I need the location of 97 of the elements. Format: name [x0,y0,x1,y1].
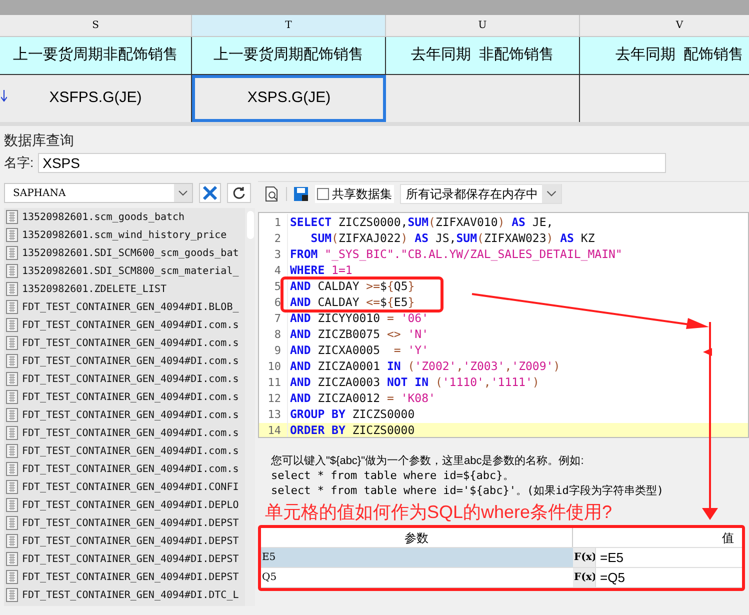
line-number: 7 [273,310,282,327]
table-icon [6,498,18,512]
table-list-item[interactable]: 13520982601.scm_goods_batch [4,208,245,226]
table-list-item[interactable]: FDT_TEST_CONTAINER_GEN_4094#DI.com.s [4,424,245,442]
table-icon [6,354,18,368]
table-icon [6,228,18,242]
save-icon[interactable] [293,186,309,202]
parameter-name[interactable]: E5 [261,548,573,567]
table-icon [6,390,18,404]
line-number: 10 [266,358,282,375]
table-list-item[interactable]: FDT_TEST_CONTAINER_GEN_4094#DI.DEPLO [4,496,245,514]
line-number: 5 [273,278,282,295]
table-cell[interactable]: XSFPS.G(JE) [0,75,192,122]
line-number: 6 [273,294,282,311]
table-list-item[interactable]: FDT_TEST_CONTAINER_GEN_4094#DI.com.s [4,442,245,460]
line-number: 3 [273,246,282,263]
table-cell: 去年同期 非配饰销售 [386,37,580,75]
storage-mode-dropdown[interactable]: 所有记录都保存在内存中 [400,184,562,204]
table-cell[interactable] [580,75,749,122]
table-list-item[interactable]: 13520982601.SDI_SCM600_scm_goods_bat [4,244,245,262]
table-list-item[interactable]: FDT_TEST_CONTAINER_GEN_4094#DI.com.s [4,352,245,370]
preview-icon[interactable] [264,186,280,202]
scrollbar[interactable] [245,208,255,606]
column-header: 值 [721,530,735,546]
line-number: 14 [266,422,282,437]
table-list-item[interactable]: FDT_TEST_CONTAINER_GEN_4094#DI.DEPST [4,514,245,532]
formula-button[interactable]: F(x) [573,568,595,587]
table-list-item[interactable]: FDT_TEST_CONTAINER_GEN_4094#DI.BLOB_ [4,298,245,316]
table-icon [6,336,18,350]
annotation-caption: 单元格的值如何作为SQL的where条件使用? [264,501,614,523]
table-cell[interactable] [386,75,580,122]
table-list-item[interactable]: 13520982601.scm_wind_history_price [4,226,245,244]
line-number: 4 [273,262,282,279]
table-list-item[interactable]: FDT_TEST_CONTAINER_GEN_4094#DI.CONFI [4,478,245,496]
datasource-dropdown[interactable]: SAPHANA [4,183,193,203]
name-label: 名字: [4,154,34,172]
table-icon [6,462,18,476]
share-dataset-label: 共享数据集 [332,186,392,202]
table-icon [6,282,18,296]
table-list-item[interactable]: FDT_TEST_CONTAINER_GEN_4094#DI.DEPST [4,568,245,586]
down-arrow-icon [1,90,7,102]
caret-icon [542,184,561,203]
table-icon [6,534,18,548]
table-icon [6,372,18,386]
table-list-item[interactable]: FDT_TEST_CONTAINER_GEN_4094#DI.DEPST [4,532,245,550]
table-icon [6,444,18,458]
parameter-value[interactable]: =E5 [595,548,742,567]
table-cell: 上一要货周期非配饰销售 [0,37,192,75]
column-header: 参数 [261,528,573,547]
table-cell[interactable]: XSPS.G(JE) [192,75,386,122]
table-icon [6,264,18,278]
table-icon [6,570,18,584]
connection-settings-button[interactable] [199,183,221,203]
table-list-item[interactable]: FDT_TEST_CONTAINER_GEN_4094#DI.com.s [4,406,245,424]
line-number: 2 [273,230,282,247]
table-list-item[interactable]: 13520982601.SDI_SCM800_scm_material_ [4,262,245,280]
line-number: 9 [273,342,282,359]
table-cell: 去年同期 配饰销售 [580,37,749,75]
table-icon [6,210,18,224]
line-number: 13 [266,406,282,423]
help-text: select * from table where id=${abc}。 [271,468,515,483]
code-line: ORDER BY ZICZS0000 [287,422,415,437]
table-list-item[interactable]: 13520982601.ZDELETE_LIST [4,280,245,298]
table-list-item[interactable]: FDT_TEST_CONTAINER_GEN_4094#DI.DEPST [4,550,245,568]
table-list-item[interactable]: FDT_TEST_CONTAINER_GEN_4094#DI.DTC_L [4,586,245,604]
line-number: 8 [273,326,282,343]
table-cell: 上一要货周期配饰销售 [192,37,386,75]
column-header[interactable]: T [192,15,386,36]
name-field[interactable]: XSPS [38,153,666,173]
table-list-item[interactable]: FDT_TEST_CONTAINER_GEN_4094#DI.com.s [4,460,245,478]
table-list-item[interactable]: FDT_TEST_CONTAINER_GEN_4094#DI.com.s [4,370,245,388]
refresh-icon [232,186,246,200]
line-number: 1 [273,214,282,231]
share-dataset-checkbox[interactable] [317,188,329,200]
line-number: 12 [266,390,282,407]
parameter-value[interactable]: =Q5 [595,568,742,587]
dialog-title: 数据库查询 [3,131,75,150]
table-icon [6,318,18,332]
help-text: 您可以键入"${abc}"做为一个参数，这里abc是参数的名称。例如: [271,454,585,468]
sql-editor[interactable] [258,212,749,438]
table-icon [6,408,18,422]
table-icon [6,552,18,566]
table-icon [6,246,18,260]
table-icon [6,588,18,602]
caret-icon [174,184,192,202]
table-list-item[interactable]: FDT_TEST_CONTAINER_GEN_4094#DI.com.s [4,334,245,352]
formula-button[interactable]: F(x) [573,548,595,567]
help-text: select * from table where id='${abc}'。(如果id字段为字符串类型) [271,483,665,498]
line-number: 11 [266,374,282,391]
code-line: AND CALDAY <=${E5} [287,294,415,312]
table-icon [6,426,18,440]
refresh-button[interactable] [227,183,251,203]
table-list-item[interactable]: FDT_TEST_CONTAINER_GEN_4094#DI.com.s [4,388,245,406]
table-list-item[interactable]: FDT_TEST_CONTAINER_GEN_4094#DI.com.s [4,316,245,334]
table-icon [6,480,18,494]
table-icon [6,516,18,530]
table-icon [6,300,18,314]
